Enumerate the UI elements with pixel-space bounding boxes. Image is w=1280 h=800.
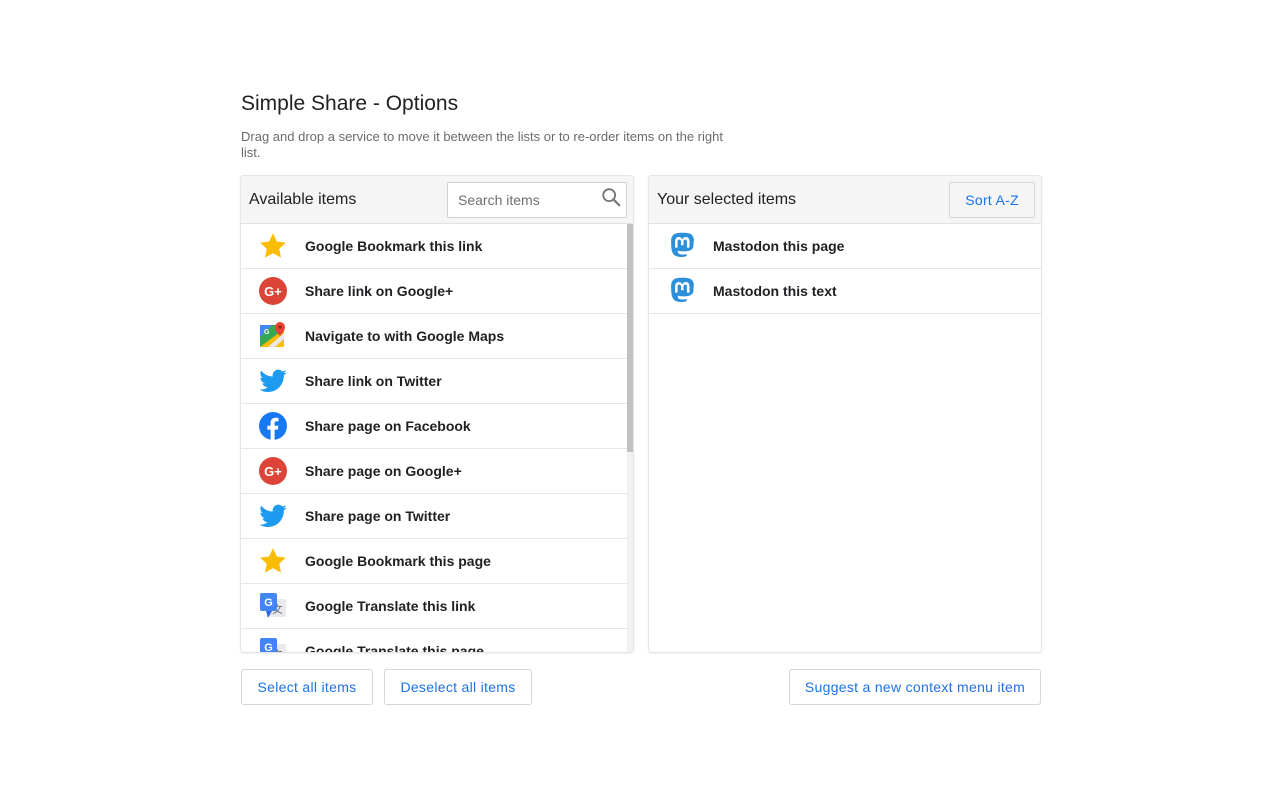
- list-item-label: Share page on Google+: [305, 463, 462, 479]
- google-maps-icon: G: [258, 321, 288, 351]
- star-icon: [258, 546, 288, 576]
- list-item-label: Share page on Facebook: [305, 418, 471, 434]
- list-item[interactable]: Google Bookmark this link: [241, 224, 627, 269]
- search-box[interactable]: [447, 181, 627, 218]
- svg-text:G: G: [264, 329, 270, 336]
- svg-text:G: G: [264, 597, 273, 609]
- list-item[interactable]: G+ Share link on Google+: [241, 269, 627, 314]
- selected-items-title: Your selected items: [657, 190, 797, 208]
- facebook-icon: [258, 411, 288, 441]
- svg-text:G: G: [264, 642, 273, 652]
- list-item-label: Google Translate this link: [305, 598, 476, 614]
- available-items-header: Available items: [241, 176, 633, 224]
- page-title: Simple Share - Options: [241, 92, 459, 115]
- google-translate-icon: 文G: [258, 591, 288, 621]
- twitter-icon: [258, 366, 288, 396]
- options-page: Simple Share - Options Drag and drop a s…: [241, 92, 1041, 705]
- google-translate-icon: 文G: [258, 636, 288, 652]
- mastodon-icon: [667, 276, 697, 306]
- list-item[interactable]: G Navigate to with Google Maps: [241, 314, 627, 359]
- select-all-button[interactable]: Select all items: [241, 669, 373, 705]
- list-item-label: Share link on Google+: [305, 283, 454, 299]
- available-items-list: Google Bookmark this link G+ Share link on…: [241, 224, 627, 652]
- list-item[interactable]: 文 G Google Translate this link: [241, 584, 627, 629]
- list-item[interactable]: Share link on Twitter: [241, 359, 627, 404]
- selected-items-list: Mastodon this page Mastodon this text: [649, 224, 1041, 314]
- search-icon[interactable]: [600, 186, 622, 213]
- star-icon: [258, 231, 288, 261]
- list-item[interactable]: G+ Share page on Google+: [241, 449, 627, 494]
- list-item[interactable]: 文G Google Translate this page: [241, 629, 627, 652]
- list-item-label: Mastodon this page: [713, 238, 845, 254]
- google-plus-icon: G+: [258, 456, 288, 486]
- list-item-label: Google Bookmark this link: [305, 238, 483, 254]
- list-item[interactable]: Google Bookmark this page: [241, 539, 627, 584]
- deselect-all-button[interactable]: Deselect all items: [384, 669, 532, 705]
- list-item-label: Mastodon this text: [713, 283, 837, 299]
- list-item-label: Google Bookmark this page: [305, 553, 491, 569]
- scrollbar-thumb[interactable]: [627, 224, 633, 452]
- selected-items-scroll: Mastodon this page Mastodon this text: [649, 224, 1041, 652]
- search-input[interactable]: [456, 190, 600, 209]
- available-items-scroll: Google Bookmark this link G+ Share link on…: [241, 224, 633, 652]
- svg-text:G+: G+: [264, 464, 282, 479]
- suggest-menu-item-button[interactable]: Suggest a new context menu item: [789, 669, 1041, 705]
- list-item-label: Google Translate this page: [305, 643, 484, 652]
- google-plus-icon: G+: [258, 276, 288, 306]
- list-item-label: Share link on Twitter: [305, 373, 442, 389]
- selected-items-panel: Your selected items Sort A-Z Mastodon th…: [649, 176, 1041, 652]
- page-description: Drag and drop a service to move it betwe…: [241, 129, 723, 160]
- twitter-icon: [258, 501, 288, 531]
- list-item[interactable]: Mastodon this text: [649, 269, 1041, 314]
- list-item[interactable]: Share page on Twitter: [241, 494, 627, 539]
- list-item-label: Share page on Twitter: [305, 508, 451, 524]
- svg-text:G+: G+: [264, 284, 282, 299]
- available-items-title: Available items: [249, 190, 357, 208]
- available-items-panel: Available items Google Bookmark this lin…: [241, 176, 633, 652]
- mastodon-icon: [667, 231, 697, 261]
- list-item-label: Navigate to with Google Maps: [305, 328, 505, 344]
- available-items-scrollbar[interactable]: [627, 224, 633, 652]
- list-item[interactable]: Share page on Facebook: [241, 404, 627, 449]
- list-item[interactable]: Mastodon this page: [649, 224, 1041, 269]
- sort-az-button[interactable]: Sort A-Z: [949, 181, 1035, 218]
- selected-items-header: Your selected items Sort A-Z: [649, 176, 1041, 224]
